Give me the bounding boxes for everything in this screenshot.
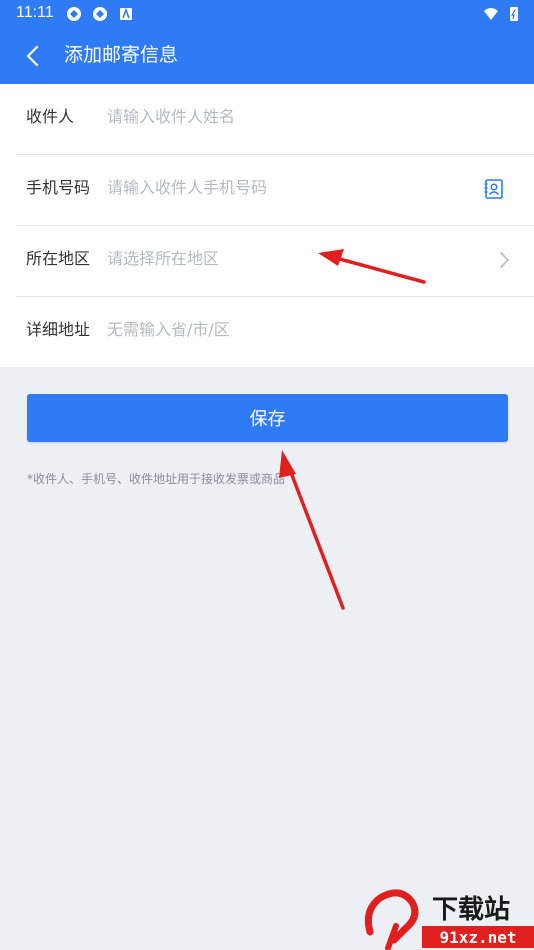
region-row[interactable]: 所在地区 请选择所在地区 [16, 226, 534, 297]
address-label: 详细地址 [26, 320, 91, 339]
back-arrow-icon[interactable] [20, 42, 48, 70]
privacy-note: *收件人、手机号、收件地址用于接收发票或商品 [27, 472, 286, 486]
recipient-input[interactable]: 请输入收件人姓名 [107, 106, 235, 128]
wifi-icon [484, 8, 498, 20]
recipient-row[interactable]: 收件人 请输入收件人姓名 [16, 84, 534, 155]
battery-icon [510, 7, 518, 21]
watermark-text-url: 91xz.net [439, 928, 516, 947]
phone-input[interactable]: 请输入收件人手机号码 [107, 177, 267, 199]
region-select[interactable]: 请选择所在地区 [107, 248, 219, 270]
address-row[interactable]: 详细地址 无需输入省/市/区 [16, 297, 534, 368]
app-notification-icon [93, 7, 107, 21]
phone-label: 手机号码 [26, 178, 91, 197]
watermark-logo: 下载站 91xz.net [364, 889, 534, 950]
notification-a-icon [120, 7, 132, 20]
contacts-book-icon[interactable] [483, 178, 505, 200]
phone-row[interactable]: 手机号码 请输入收件人手机号码 [16, 155, 534, 226]
title-bar: 添加邮寄信息 [0, 28, 534, 84]
status-bar: 11:11 [0, 0, 534, 28]
chevron-right-icon [500, 252, 510, 268]
recipient-label: 收件人 [26, 107, 75, 126]
app-notification-icon [67, 7, 81, 21]
app-header: 11:11 添加邮寄信息 [0, 0, 534, 84]
watermark-text-main: 下载站 [432, 895, 510, 925]
save-button[interactable]: 保存 [27, 394, 508, 442]
mailing-form: 收件人 请输入收件人姓名 手机号码 请输入收件人手机号码 所在地区 请选择所在地… [0, 84, 534, 367]
status-time: 11:11 [16, 4, 54, 21]
address-input[interactable]: 无需输入省/市/区 [107, 319, 230, 341]
page-title: 添加邮寄信息 [64, 44, 179, 66]
region-label: 所在地区 [26, 249, 91, 268]
annotation-arrow-save [279, 450, 345, 610]
